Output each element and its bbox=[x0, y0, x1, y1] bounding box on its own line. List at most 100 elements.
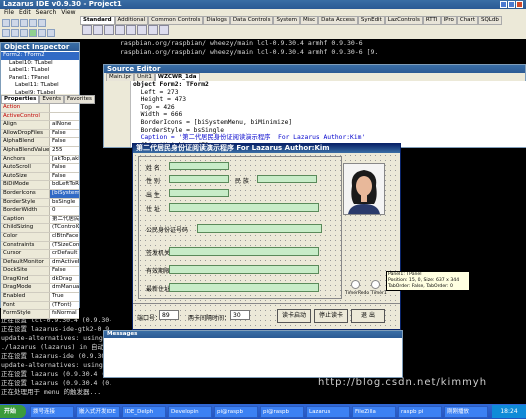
property-value[interactable]: dmManual bbox=[49, 284, 79, 293]
property-value[interactable]: False bbox=[49, 138, 79, 146]
property-row[interactable]: DragKind dkDrag bbox=[1, 275, 79, 285]
palette-tab-chart[interactable]: Chart bbox=[456, 16, 478, 25]
property-row[interactable]: Caption 第二代居民身份证 bbox=[1, 215, 79, 225]
property-row[interactable]: AutoScroll False bbox=[1, 164, 79, 173]
issuer-field[interactable] bbox=[169, 247, 319, 256]
taskbar-item[interactable]: Developin bbox=[168, 406, 212, 418]
code-area[interactable]: object Form2: TForm2 Left = 273 Height =… bbox=[131, 81, 526, 147]
pointer-icon[interactable] bbox=[82, 25, 92, 35]
taskbar-item[interactable]: 嵌入式开发IDE bbox=[76, 406, 120, 418]
minimize-icon[interactable] bbox=[500, 1, 507, 8]
property-row[interactable]: Color clBtnFace bbox=[1, 232, 79, 242]
property-row[interactable]: BorderIcons [biSystemMenu bbox=[1, 189, 79, 199]
property-value[interactable]: (TSizeConstrain bbox=[49, 241, 79, 250]
property-row[interactable]: Constraints (TSizeConstrain bbox=[1, 241, 79, 251]
taskbar-item[interactable]: pi@raspb bbox=[214, 406, 258, 418]
palette-tab-standard[interactable]: Standard bbox=[80, 16, 115, 25]
label-component-icon[interactable] bbox=[115, 25, 125, 35]
palette-tab-dialogs[interactable]: Dialogs bbox=[203, 16, 230, 25]
port-input[interactable]: 89 bbox=[159, 310, 179, 320]
stop-read-button[interactable]: 停止读卡 bbox=[314, 309, 348, 323]
idno-field[interactable] bbox=[197, 224, 322, 233]
menu-item-edit[interactable]: Edit bbox=[19, 9, 31, 17]
inspector-tab-favorites[interactable]: Favorites bbox=[64, 95, 95, 104]
property-value[interactable]: True bbox=[49, 293, 79, 301]
property-row[interactable]: DockSite False bbox=[1, 267, 79, 276]
property-row[interactable]: AutoSize False bbox=[1, 172, 79, 182]
read-start-button[interactable]: 读卡启动 bbox=[277, 309, 311, 323]
new-form-icon[interactable] bbox=[38, 19, 46, 27]
taskbar-item[interactable]: 刚刚播放 bbox=[444, 406, 488, 418]
toggle-form-icon[interactable] bbox=[2, 29, 10, 37]
view-units-icon[interactable] bbox=[11, 29, 19, 37]
save-all-icon[interactable] bbox=[29, 19, 37, 27]
property-value[interactable]: False bbox=[49, 172, 79, 181]
pause-icon[interactable] bbox=[38, 29, 46, 37]
palette-tab-data-access[interactable]: Data Access bbox=[318, 16, 358, 25]
radio-component-icon[interactable] bbox=[159, 25, 169, 35]
run-icon[interactable] bbox=[29, 29, 37, 37]
newaddr-field[interactable] bbox=[169, 283, 319, 292]
property-row[interactable]: DefaultMonitor dmActiveForm bbox=[1, 258, 79, 268]
inspector-tab-properties[interactable]: Properties bbox=[1, 95, 40, 104]
tree-node[interactable]: Panel1: TPanel bbox=[1, 75, 79, 83]
menu-item-file[interactable]: File bbox=[4, 9, 14, 17]
stop-icon[interactable] bbox=[47, 29, 55, 37]
valid-field[interactable] bbox=[169, 265, 319, 274]
palette-tab-ipro[interactable]: IPro bbox=[440, 16, 457, 25]
open-file-icon[interactable] bbox=[11, 19, 19, 27]
property-value[interactable]: 第二代居民身份证 bbox=[49, 215, 79, 224]
taskbar-item[interactable]: raspb pi bbox=[398, 406, 442, 418]
ethnic-field[interactable] bbox=[257, 175, 317, 183]
property-value[interactable]: False bbox=[49, 129, 79, 138]
palette-tab-sqldb[interactable]: SQLdb bbox=[477, 16, 502, 25]
palette-tab-system[interactable]: System bbox=[273, 16, 300, 25]
messages-list[interactable] bbox=[104, 338, 402, 377]
tree-node[interactable]: Label1: TLabel bbox=[1, 67, 79, 75]
start-button[interactable]: 开始 bbox=[0, 405, 26, 418]
property-row[interactable]: Font (TFont) bbox=[1, 301, 79, 311]
taskbar-item[interactable]: 拨号连接 bbox=[30, 406, 74, 418]
palette-tab-additional[interactable]: Additional bbox=[114, 16, 149, 25]
property-value[interactable]: dkDrag bbox=[49, 275, 79, 284]
inspector-tab-events[interactable]: Events bbox=[39, 95, 65, 104]
palette-tab-misc[interactable]: Misc bbox=[299, 16, 319, 25]
menu-item-view[interactable]: View bbox=[61, 9, 75, 17]
palette-tab-synedit[interactable]: SynEdit bbox=[357, 16, 385, 25]
tree-node[interactable]: Label10: TLabel bbox=[1, 60, 79, 68]
interval-input[interactable]: 30 bbox=[230, 310, 250, 320]
property-value[interactable]: 0 bbox=[49, 207, 79, 215]
taskbar-item[interactable]: FileZilla bbox=[352, 406, 396, 418]
close-icon[interactable] bbox=[516, 1, 523, 8]
property-value[interactable]: [biSystemMenu bbox=[49, 189, 79, 198]
taskbar-item[interactable]: IDE_Delph bbox=[122, 406, 166, 418]
timer-redo-icon[interactable] bbox=[351, 280, 360, 289]
property-value[interactable]: clBtnFace bbox=[49, 232, 79, 241]
property-value[interactable] bbox=[49, 104, 79, 112]
palette-tab-lazcontrols[interactable]: LazControls bbox=[384, 16, 423, 25]
palette-tab-common-controls[interactable]: Common Controls bbox=[148, 16, 204, 25]
property-value[interactable]: bdLeftToRight bbox=[49, 181, 79, 189]
button-component-icon[interactable] bbox=[104, 25, 114, 35]
property-row[interactable]: BiDiMode bdLeftToRight bbox=[1, 181, 79, 190]
exit-button[interactable]: 退 出 bbox=[351, 309, 385, 323]
property-value[interactable]: False bbox=[49, 267, 79, 275]
timer1-icon[interactable] bbox=[371, 280, 380, 289]
property-row[interactable]: Action bbox=[1, 104, 79, 113]
property-row[interactable]: Align alNone bbox=[1, 121, 79, 130]
property-value[interactable]: (TControlChildS bbox=[49, 224, 79, 232]
property-row[interactable]: Cursor crDefault bbox=[1, 250, 79, 259]
view-forms-icon[interactable] bbox=[20, 29, 28, 37]
menu-item-search[interactable]: Search bbox=[36, 9, 57, 17]
property-value[interactable]: [akTop,akLeft] bbox=[49, 155, 79, 164]
property-value[interactable]: 255 bbox=[49, 146, 79, 155]
property-value[interactable]: alNone bbox=[49, 121, 79, 129]
property-row[interactable]: BorderStyle bsSingle bbox=[1, 198, 79, 208]
address-field[interactable] bbox=[169, 203, 319, 212]
property-value[interactable]: False bbox=[49, 164, 79, 172]
birth-field[interactable] bbox=[169, 189, 229, 197]
sex-field[interactable] bbox=[169, 175, 229, 183]
tree-node[interactable]: Form2: TForm2 bbox=[1, 52, 79, 60]
save-icon[interactable] bbox=[20, 19, 28, 27]
new-file-icon[interactable] bbox=[2, 19, 10, 27]
